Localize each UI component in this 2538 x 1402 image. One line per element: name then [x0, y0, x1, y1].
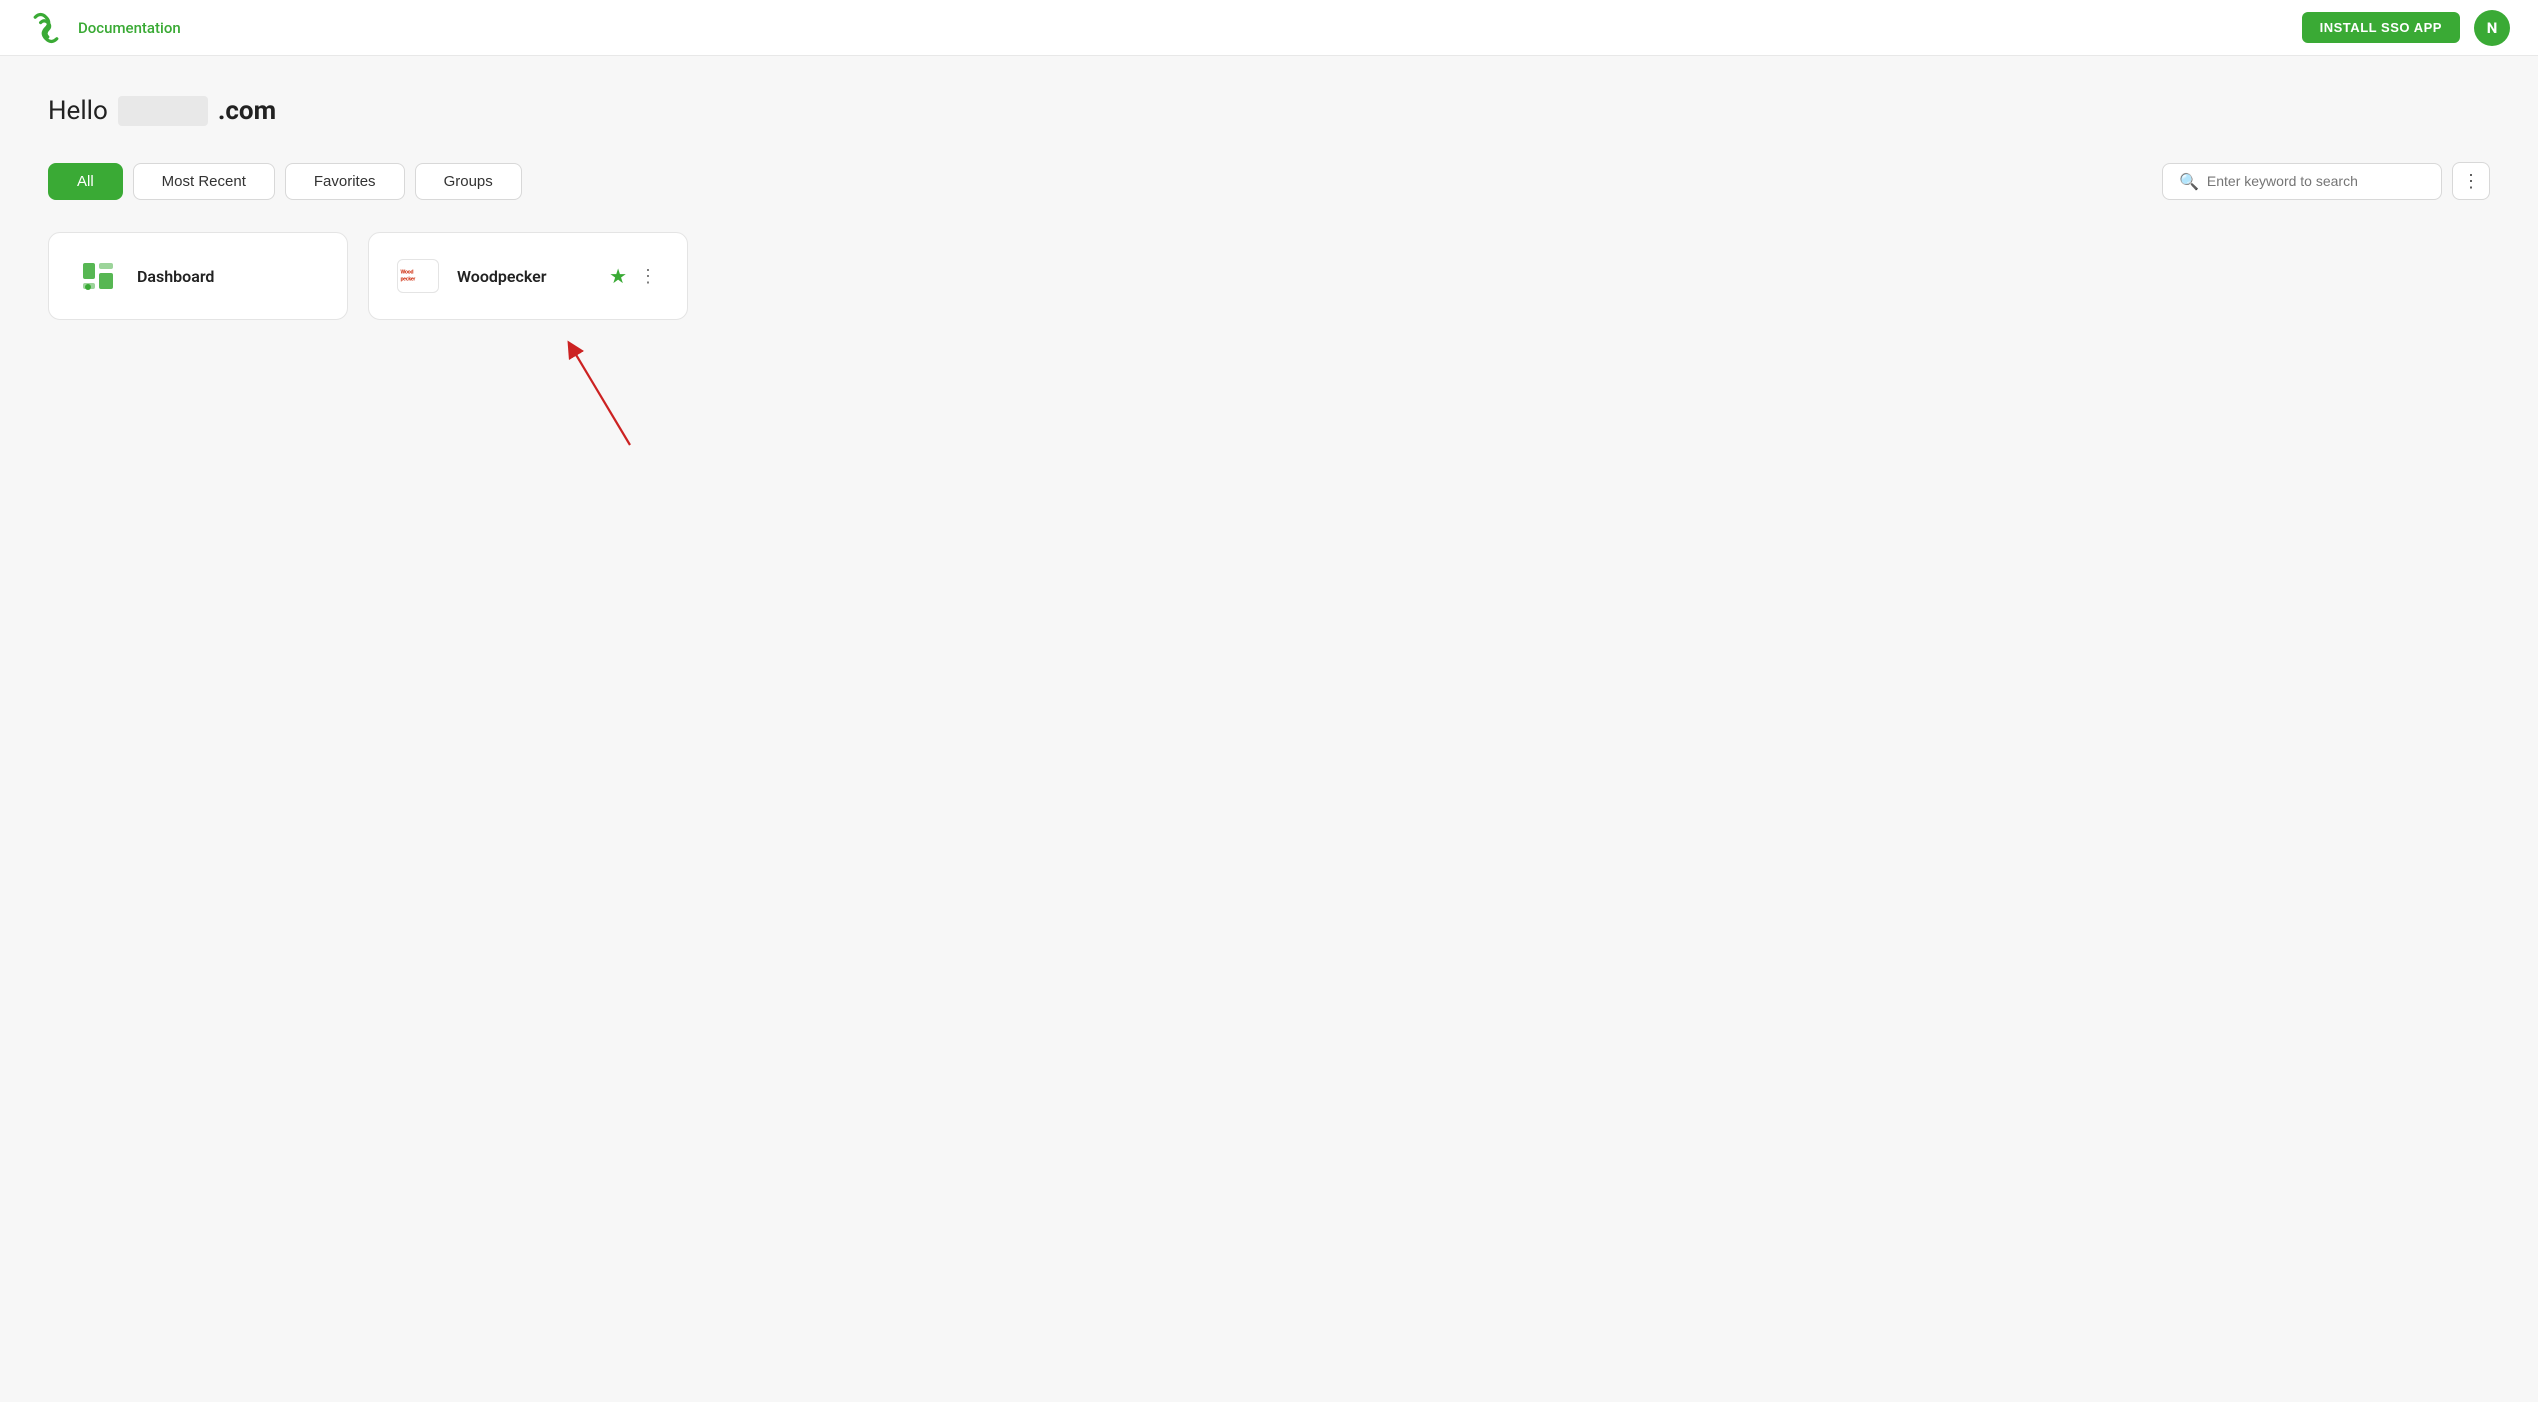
dashboard-icon: [79, 257, 117, 295]
install-sso-button[interactable]: INSTALL SSO APP: [2302, 12, 2460, 43]
hello-label: Hello: [48, 96, 108, 126]
tab-most-recent[interactable]: Most Recent: [133, 163, 275, 200]
dashboard-card-title: Dashboard: [137, 267, 214, 286]
tab-all[interactable]: All: [48, 163, 123, 200]
search-box[interactable]: 🔍: [2162, 163, 2442, 200]
woodpecker-card-actions: ★ ⋮: [609, 264, 659, 289]
woodpecker-card-title: Woodpecker: [457, 267, 547, 286]
cards-grid: Dashboard Wood pecker Woodpecker ★ ⋮: [48, 232, 2490, 320]
user-name-placeholder: [118, 96, 208, 126]
search-input[interactable]: [2207, 173, 2407, 189]
filter-bar: All Most Recent Favorites Groups 🔍 ⋮: [48, 162, 2490, 200]
search-icon: 🔍: [2179, 172, 2199, 191]
dashboard-icon-wrap: [77, 255, 119, 297]
dashboard-card[interactable]: Dashboard: [48, 232, 348, 320]
more-options-button[interactable]: ⋮: [2452, 162, 2490, 200]
main-content: Hello .com All Most Recent Favorites Gro…: [0, 56, 2538, 320]
woodpecker-menu-button[interactable]: ⋮: [637, 264, 659, 289]
woodpecker-logo: Wood pecker: [397, 259, 439, 293]
user-avatar[interactable]: N: [2474, 10, 2510, 46]
search-area: 🔍 ⋮: [2162, 162, 2490, 200]
app-logo-icon: [28, 10, 64, 46]
tab-favorites[interactable]: Favorites: [285, 163, 405, 200]
woodpecker-logo-svg: Wood pecker: [398, 261, 438, 291]
documentation-link[interactable]: Documentation: [78, 19, 181, 37]
svg-text:pecker: pecker: [401, 277, 416, 283]
filter-tabs: All Most Recent Favorites Groups: [48, 163, 522, 200]
tab-groups[interactable]: Groups: [415, 163, 522, 200]
domain-label: .com: [218, 96, 276, 126]
header-right: INSTALL SSO APP N: [2302, 10, 2510, 46]
app-header: Documentation INSTALL SSO APP N: [0, 0, 2538, 56]
woodpecker-card[interactable]: Wood pecker Woodpecker ★ ⋮: [368, 232, 688, 320]
greeting-row: Hello .com: [48, 96, 2490, 126]
header-left: Documentation: [28, 10, 181, 46]
woodpecker-icon-wrap: Wood pecker: [397, 255, 439, 297]
favorite-star-icon[interactable]: ★: [609, 264, 627, 288]
svg-text:Wood: Wood: [401, 270, 414, 276]
